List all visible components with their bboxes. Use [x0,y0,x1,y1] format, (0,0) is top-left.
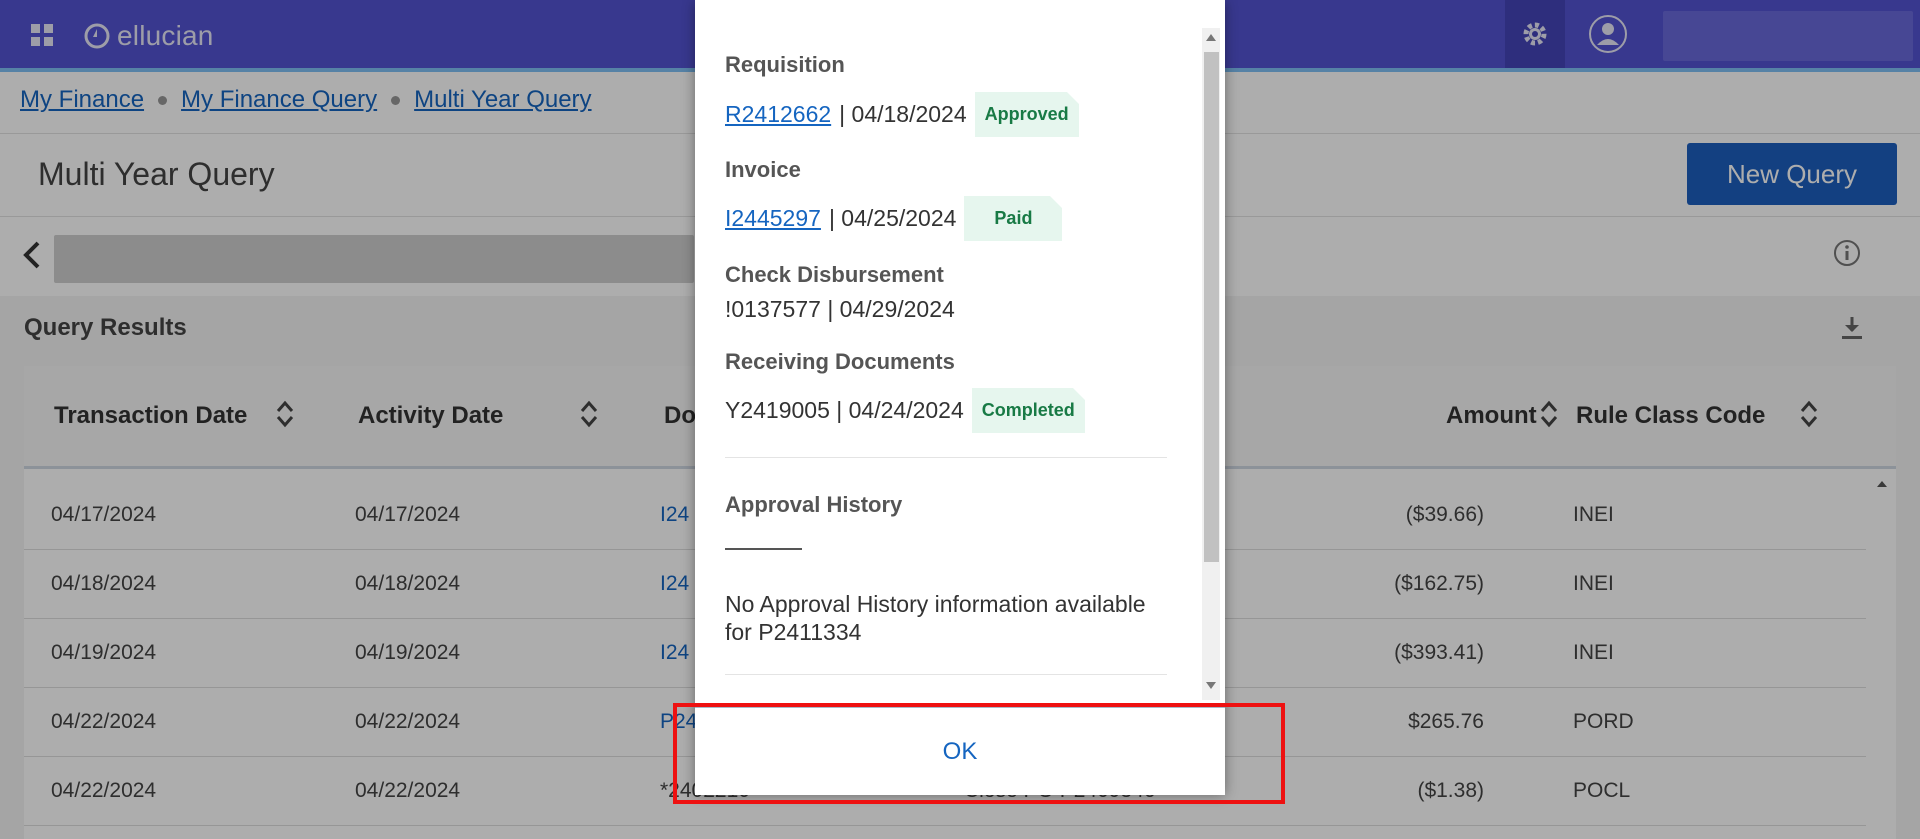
requisition-link[interactable]: R2412662 [725,101,831,128]
invoice-value: I2445297 | 04/25/2024 Paid [725,196,1063,241]
receiving-document-text: Y2419005 | 04/24/2024 [725,397,964,423]
check-disbursement-label: Check Disbursement [725,262,944,287]
invoice-link[interactable]: I2445297 [725,205,821,232]
requisition-date: | 04/18/2024 [839,101,967,127]
modal-scrollbar[interactable] [1202,28,1220,700]
receiving-documents-label: Receiving Documents [725,349,955,374]
invoice-date: | 04/25/2024 [828,205,957,231]
section-divider [725,674,1167,675]
scrollbar-thumb[interactable] [1204,52,1219,562]
check-disbursement-value: !0137577 | 04/29/2024 [725,296,955,322]
status-badge: Completed [971,388,1085,433]
approval-history-underline [725,548,802,550]
scroll-up-arrow-icon[interactable] [1206,34,1216,41]
highlight-annotation-box [673,703,1285,804]
no-approval-history-message: No Approval History information availabl… [725,591,1146,645]
modal-body: Requisition R2412662 | 04/18/2024 Approv… [695,0,1225,700]
receiving-documents-value: Y2419005 | 04/24/2024 Completed [725,388,1085,433]
approval-history-label: Approval History [725,492,903,517]
scroll-down-arrow-icon[interactable] [1206,682,1216,689]
document-details-modal: Requisition R2412662 | 04/18/2024 Approv… [695,0,1225,795]
section-divider [725,457,1167,458]
status-badge: Paid [964,196,1063,241]
requisition-value: R2412662 | 04/18/2024 Approved [725,92,1079,137]
invoice-label: Invoice [725,157,801,182]
requisition-label: Requisition [725,52,845,77]
status-badge: Approved [974,92,1079,137]
